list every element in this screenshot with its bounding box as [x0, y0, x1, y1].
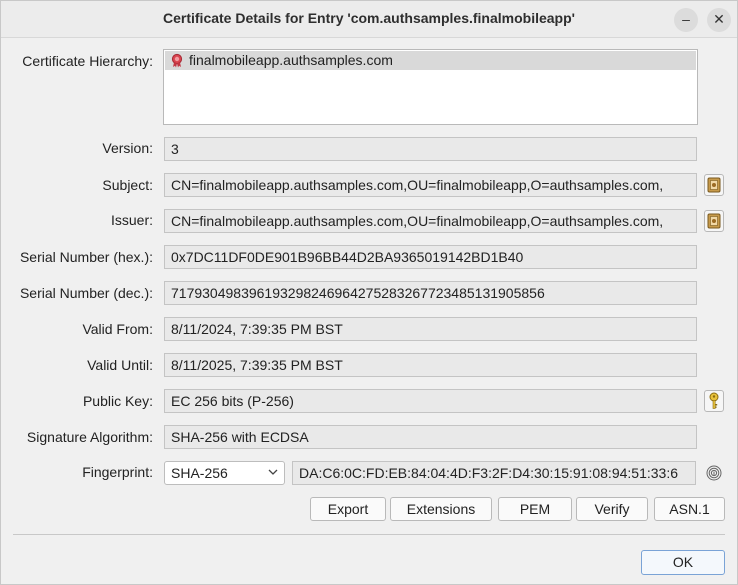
serial-hex-field[interactable]: 0x7DC11DF0DE901B96BB44D2BA9365019142BD1B…: [164, 245, 697, 269]
minimize-icon: –: [682, 11, 690, 27]
hierarchy-label: Certificate Hierarchy:: [22, 53, 153, 69]
certificate-details-dialog: Certificate Details for Entry 'com.auths…: [0, 0, 738, 585]
fingerprint-label: Fingerprint:: [82, 464, 153, 480]
signature-algorithm-label: Signature Algorithm:: [26, 429, 153, 445]
serial-dec-label: Serial Number (dec.):: [19, 285, 153, 301]
valid-from-field[interactable]: 8/11/2024, 7:39:35 PM BST: [164, 317, 697, 341]
certificate-hierarchy-tree[interactable]: finalmobileapp.authsamples.com: [163, 49, 698, 125]
serial-dec-field[interactable]: 7179304983961932982469642752832677234851…: [164, 281, 697, 305]
minimize-button[interactable]: –: [674, 8, 698, 32]
version-field[interactable]: 3: [164, 137, 697, 161]
issuer-label: Issuer:: [110, 212, 153, 228]
pem-button[interactable]: PEM: [498, 497, 572, 521]
valid-until-field[interactable]: 8/11/2025, 7:39:35 PM BST: [164, 353, 697, 377]
fingerprint-algorithm-select[interactable]: SHA-256: [164, 461, 285, 485]
tree-item-label: finalmobileapp.authsamples.com: [189, 52, 393, 68]
serial-hex-label: Serial Number (hex.):: [19, 249, 153, 265]
public-key-label: Public Key:: [82, 393, 153, 409]
ok-button[interactable]: OK: [641, 550, 725, 575]
public-key-details-button[interactable]: [704, 390, 724, 412]
asn1-button[interactable]: ASN.1: [654, 497, 725, 521]
fingerprint-icon: [706, 465, 722, 481]
signature-algorithm-field[interactable]: SHA-256 with ECDSA: [164, 425, 697, 449]
valid-from-label: Valid From:: [82, 321, 153, 337]
fingerprint-field[interactable]: DA:C6:0C:FD:EB:84:04:4D:F3:2F:D4:30:15:9…: [292, 461, 696, 485]
version-label: Version:: [102, 140, 153, 156]
issuer-details-button[interactable]: [704, 210, 724, 232]
tree-item-certificate[interactable]: finalmobileapp.authsamples.com: [165, 51, 696, 70]
chevron-down-icon: [268, 469, 278, 475]
verify-button[interactable]: Verify: [576, 497, 648, 521]
key-icon: [709, 392, 719, 409]
close-icon: ✕: [713, 11, 725, 27]
separator: [13, 534, 725, 535]
fingerprint-algorithm-value: SHA-256: [171, 465, 228, 481]
dialog-title: Certificate Details for Entry 'com.auths…: [163, 10, 575, 26]
certificate-icon: [171, 53, 183, 68]
title-bar: Certificate Details for Entry 'com.auths…: [1, 1, 737, 38]
issuer-field[interactable]: CN=finalmobileapp.authsamples.com,OU=fin…: [164, 209, 697, 233]
fingerprint-copy-button[interactable]: [703, 461, 725, 485]
public-key-field[interactable]: EC 256 bits (P-256): [164, 389, 697, 413]
certificate-details-icon: [707, 213, 721, 229]
certificate-details-icon: [707, 177, 721, 193]
export-button[interactable]: Export: [310, 497, 386, 521]
close-button[interactable]: ✕: [707, 8, 731, 32]
subject-field[interactable]: CN=finalmobileapp.authsamples.com,OU=fin…: [164, 173, 697, 197]
subject-details-button[interactable]: [704, 174, 724, 196]
extensions-button[interactable]: Extensions: [390, 497, 492, 521]
subject-label: Subject:: [102, 177, 153, 193]
valid-until-label: Valid Until:: [87, 357, 153, 373]
